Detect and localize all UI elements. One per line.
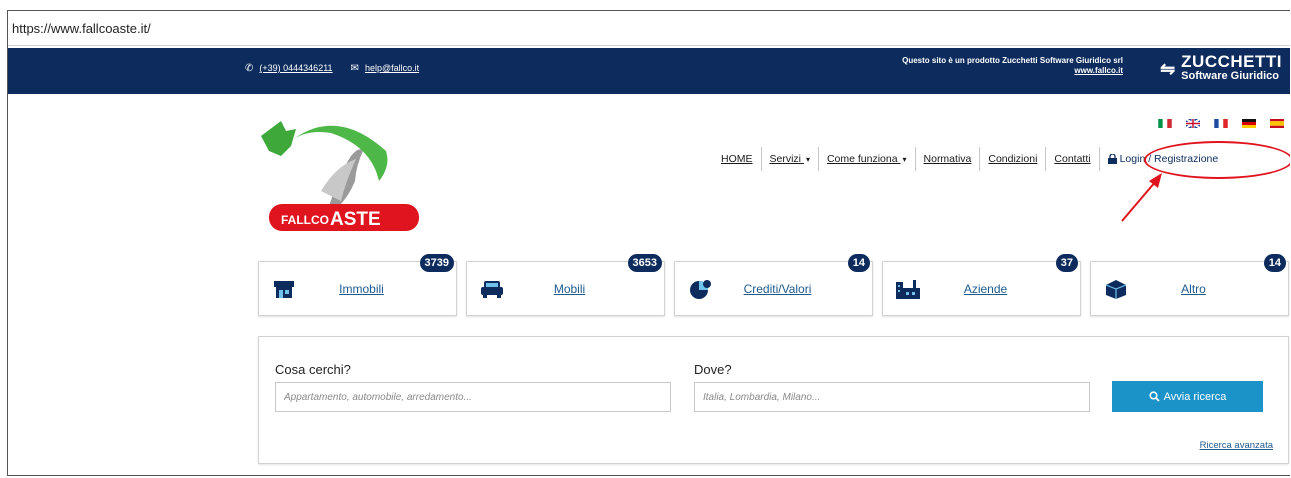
what-label: Cosa cerchi? (275, 362, 351, 377)
browser-window: https://www.fallcoaste.it/ ✆ (+39) 044434… (7, 10, 1290, 476)
uk-flag-icon[interactable] (1186, 119, 1200, 128)
count-badge: 14 (1263, 254, 1286, 272)
category-immobili[interactable]: Immobili 3739 (258, 254, 457, 316)
nav-come-funziona-label: Come funziona (826, 153, 898, 165)
where-search-input[interactable] (694, 382, 1090, 412)
category-label: Altro (1181, 281, 1206, 296)
nav-servizi-label: Servizi (769, 153, 802, 165)
nav-condizioni[interactable]: Condizioni (979, 147, 1045, 171)
box-icon (1103, 276, 1129, 302)
nav-home[interactable]: HOME (713, 147, 761, 171)
factory-icon (895, 276, 921, 302)
italy-flag-icon[interactable] (1158, 119, 1172, 128)
zucchetti-brand[interactable]: ⇋ ZUCCHETTI Software Giuridico (1160, 52, 1282, 84)
phone-icon: ✆ (245, 63, 254, 74)
search-icon (1149, 391, 1160, 402)
category-label: Crediti/Valori (743, 281, 812, 296)
nav-contatti-label: Contatti (1054, 153, 1091, 165)
category-label: Aziende (963, 281, 1008, 296)
logo-text-small: FALLCO (281, 213, 329, 227)
nav-condizioni-label: Condizioni (988, 153, 1038, 165)
nav-come-funziona[interactable]: Come funziona ▾ (817, 147, 915, 171)
category-crediti-valori[interactable]: Crediti/Valori 14 (674, 254, 873, 316)
nav-normativa-label: Normativa (923, 153, 972, 165)
start-search-button[interactable]: Avvia ricerca (1112, 381, 1263, 412)
count-badge: 37 (1055, 254, 1078, 272)
phone-link[interactable]: (+39) 0444346211 (259, 63, 332, 73)
nav-normativa[interactable]: Normativa (914, 147, 980, 171)
url-text[interactable]: https://www.fallcoaste.it/ (12, 21, 151, 36)
count-badge: 3739 (419, 254, 454, 272)
france-flag-icon[interactable] (1214, 119, 1228, 128)
logo-text-big: ASTE (330, 209, 381, 230)
search-panel: Cosa cerchi? Dove? Avvia ricerca Ricerca… (258, 336, 1289, 464)
car-icon (479, 276, 505, 302)
lock-icon (1107, 154, 1117, 164)
germany-flag-icon[interactable] (1242, 119, 1256, 128)
language-flags (1158, 119, 1284, 128)
zucchetti-logo-icon: ⇋ (1160, 59, 1176, 79)
category-aziende[interactable]: Aziende 37 (882, 254, 1081, 316)
mail-icon: ✉ (350, 63, 359, 74)
category-mobili[interactable]: Mobili 3653 (466, 254, 665, 316)
top-bar: ✆ (+39) 0444346211 ✉ help@fallco.it Questo… (8, 48, 1290, 94)
address-bar[interactable]: https://www.fallcoaste.it/ (8, 11, 1290, 46)
category-label: Mobili (553, 281, 586, 296)
category-bar: Immobili 3739 Mobili 3653 Crediti/Valori… (258, 254, 1289, 316)
nav-home-label: HOME (721, 153, 753, 165)
email-link[interactable]: help@fallco.it (365, 63, 419, 73)
spain-flag-icon[interactable] (1270, 119, 1284, 128)
product-link[interactable]: www.fallco.it (902, 66, 1123, 76)
search-button-label: Avvia ricerca (1163, 390, 1227, 403)
house-icon (271, 276, 297, 302)
fallco-aste-logo[interactable]: FALLCO ASTE (251, 111, 421, 231)
advanced-search-link[interactable]: Ricerca avanzata (1200, 440, 1273, 451)
product-note: Questo sito è un prodotto Zucchetti Soft… (902, 56, 1123, 76)
chevron-down-icon: ▾ (902, 155, 907, 164)
what-search-input[interactable] (275, 382, 671, 412)
nav-contatti[interactable]: Contatti (1045, 147, 1098, 171)
brand-sub: Software Giuridico (1181, 70, 1279, 82)
product-text: Questo sito è un prodotto Zucchetti Soft… (902, 56, 1123, 65)
category-label: Immobili (339, 281, 384, 296)
coins-icon (687, 276, 713, 302)
annotation-arrow (1121, 173, 1162, 222)
contact-info: ✆ (+39) 0444346211 ✉ help@fallco.it (245, 63, 419, 74)
brand-name: ZUCCHETTI (1181, 52, 1282, 71)
where-label: Dove? (694, 362, 732, 377)
nav-servizi[interactable]: Servizi ▾ (760, 147, 818, 171)
chevron-down-icon: ▾ (805, 155, 810, 164)
count-badge: 14 (847, 254, 870, 272)
category-altro[interactable]: Altro 14 (1090, 254, 1289, 316)
count-badge: 3653 (627, 254, 662, 272)
